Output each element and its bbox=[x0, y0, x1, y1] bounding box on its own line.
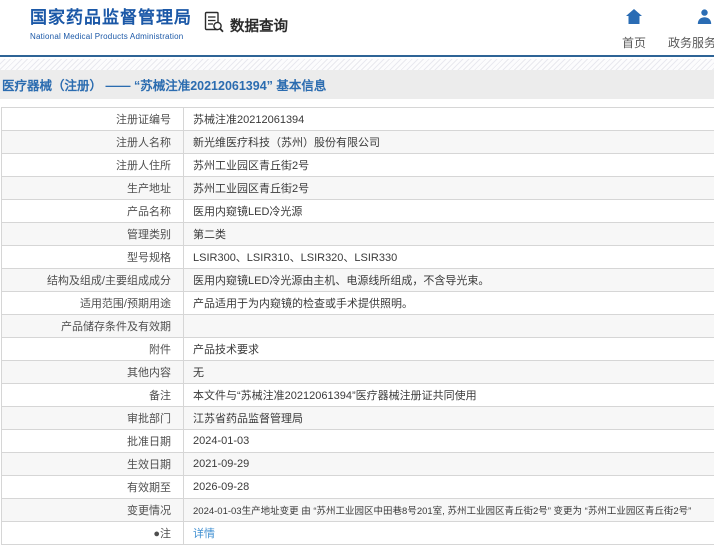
field-label: 型号规格 bbox=[1, 245, 184, 269]
table-row: 审批部门 江苏省药品监督管理局 bbox=[1, 406, 714, 430]
registration-info-table: 注册证编号 苏械注准20212061394 注册人名称 新光维医疗科技（苏州）股份有限… bbox=[1, 107, 714, 545]
field-value: 2026-09-28 bbox=[183, 475, 714, 499]
nav-gov-label: 政务服务门户 bbox=[667, 36, 714, 50]
field-label: 管理类别 bbox=[1, 222, 184, 246]
home-icon bbox=[612, 8, 656, 30]
table-row: 备注 本文件与“苏械注准20212061394”医疗器械注册证共同使用 bbox=[1, 383, 714, 407]
table-row: 适用范围/预期用途 产品适用于为内窥镜的检查或手术提供照明。 bbox=[1, 291, 714, 315]
field-value: 第二类 bbox=[183, 222, 714, 246]
table-row: 注册人住所 苏州工业园区青丘街2号 bbox=[1, 153, 714, 177]
field-label: 结构及组成/主要组成成分 bbox=[1, 268, 184, 292]
field-label: 有效期至 bbox=[1, 475, 184, 499]
field-value: 本文件与“苏械注准20212061394”医疗器械注册证共同使用 bbox=[183, 383, 714, 407]
nav-home[interactable]: 首页 bbox=[612, 8, 656, 51]
field-label: 其他内容 bbox=[1, 360, 184, 384]
table-row: 注册证编号 苏械注准20212061394 bbox=[1, 107, 714, 131]
field-label: 注册人名称 bbox=[1, 130, 184, 154]
page: 国家药品监督管理局 National Medical Products Admi… bbox=[0, 0, 714, 546]
field-label: 生产地址 bbox=[1, 176, 184, 200]
field-label: 附件 bbox=[1, 337, 184, 361]
field-value: 苏州工业园区青丘街2号 bbox=[183, 153, 714, 177]
field-value: 产品技术要求 bbox=[183, 337, 714, 361]
breadcrumb: 医疗器械（注册） —— “苏械注准20212061394” 基本信息 bbox=[2, 79, 327, 93]
nav-home-label: 首页 bbox=[621, 36, 646, 50]
user-icon bbox=[664, 8, 714, 30]
info-table-body: 注册证编号 苏械注准20212061394 注册人名称 新光维医疗科技（苏州）股份有限… bbox=[1, 107, 714, 545]
table-row: 型号规格 LSIR300、LSIR310、LSIR320、LSIR330 bbox=[1, 245, 714, 269]
field-label: 变更情况 bbox=[1, 498, 184, 522]
table-row: 其他内容无 bbox=[1, 360, 714, 384]
field-label: 备注 bbox=[1, 383, 184, 407]
field-label: 审批部门 bbox=[1, 406, 184, 430]
table-row: 批准日期 2024-01-03 bbox=[1, 429, 714, 453]
document-search-icon bbox=[204, 11, 225, 39]
hatch-strip bbox=[0, 59, 714, 70]
nav-gov-portal[interactable]: 政务服务门户 bbox=[664, 8, 714, 51]
table-row: 注册人名称 新光维医疗科技（苏州）股份有限公司 bbox=[1, 130, 714, 154]
field-value: 无 bbox=[183, 360, 714, 384]
breadcrumb-bar: 医疗器械（注册） —— “苏械注准20212061394” 基本信息 bbox=[0, 70, 714, 99]
field-value bbox=[183, 314, 714, 338]
field-label: 产品储存条件及有效期 bbox=[1, 314, 184, 338]
table-row: 产品储存条件及有效期 bbox=[1, 314, 714, 338]
field-value: LSIR300、LSIR310、LSIR320、LSIR330 bbox=[183, 245, 714, 269]
field-value: 详情 bbox=[183, 521, 714, 545]
table-row: 有效期至 2026-09-28 bbox=[1, 475, 714, 499]
table-row: 生效日期 2021-09-29 bbox=[1, 452, 714, 476]
field-value: 2021-09-29 bbox=[183, 452, 714, 476]
table-row: 生产地址 苏州工业园区青丘街2号 bbox=[1, 176, 714, 200]
data-query-tab[interactable]: 数据查询 bbox=[204, 11, 288, 39]
site-subtitle: National Medical Products Administration bbox=[30, 32, 184, 41]
table-row: 变更情况 2024-01-03生产地址变更 由 “苏州工业园区中田巷8号201室,… bbox=[1, 498, 714, 522]
field-value: 苏械注准20212061394 bbox=[183, 107, 714, 131]
table-row: 管理类别 第二类 bbox=[1, 222, 714, 246]
field-label: 生效日期 bbox=[1, 452, 184, 476]
data-query-label: 数据查询 bbox=[230, 18, 288, 35]
field-label: 注册证编号 bbox=[1, 107, 184, 131]
field-value: 2024-01-03 bbox=[183, 429, 714, 453]
field-value: 2024-01-03生产地址变更 由 “苏州工业园区中田巷8号201室, 苏州工… bbox=[183, 498, 714, 522]
field-value: 医用内窥镜LED冷光源由主机、电源线所组成，不含导光束。 bbox=[183, 268, 714, 292]
site-header: 国家药品监督管理局 National Medical Products Admi… bbox=[0, 0, 714, 57]
field-label: 产品名称 bbox=[1, 199, 184, 223]
table-row: 附件 产品技术要求 bbox=[1, 337, 714, 361]
field-value: 苏州工业园区青丘街2号 bbox=[183, 176, 714, 200]
field-value: 江苏省药品监督管理局 bbox=[183, 406, 714, 430]
detail-link[interactable]: 详情 bbox=[193, 528, 215, 540]
site-title: 国家药品监督管理局 bbox=[30, 8, 192, 27]
table-row: 结构及组成/主要组成成分 医用内窥镜LED冷光源由主机、电源线所组成，不含导光束。 bbox=[1, 268, 714, 292]
field-label: 批准日期 bbox=[1, 429, 184, 453]
field-label: ●注 bbox=[1, 521, 184, 545]
field-value: 新光维医疗科技（苏州）股份有限公司 bbox=[183, 130, 714, 154]
field-label: 注册人住所 bbox=[1, 153, 184, 177]
table-row: 产品名称 医用内窥镜LED冷光源 bbox=[1, 199, 714, 223]
field-value: 产品适用于为内窥镜的检查或手术提供照明。 bbox=[183, 291, 714, 315]
field-value: 医用内窥镜LED冷光源 bbox=[183, 199, 714, 223]
site-logo[interactable]: 国家药品监督管理局 National Medical Products Admi… bbox=[30, 7, 192, 41]
table-row: ●注 详情 bbox=[1, 521, 714, 545]
field-label: 适用范围/预期用途 bbox=[1, 291, 184, 315]
